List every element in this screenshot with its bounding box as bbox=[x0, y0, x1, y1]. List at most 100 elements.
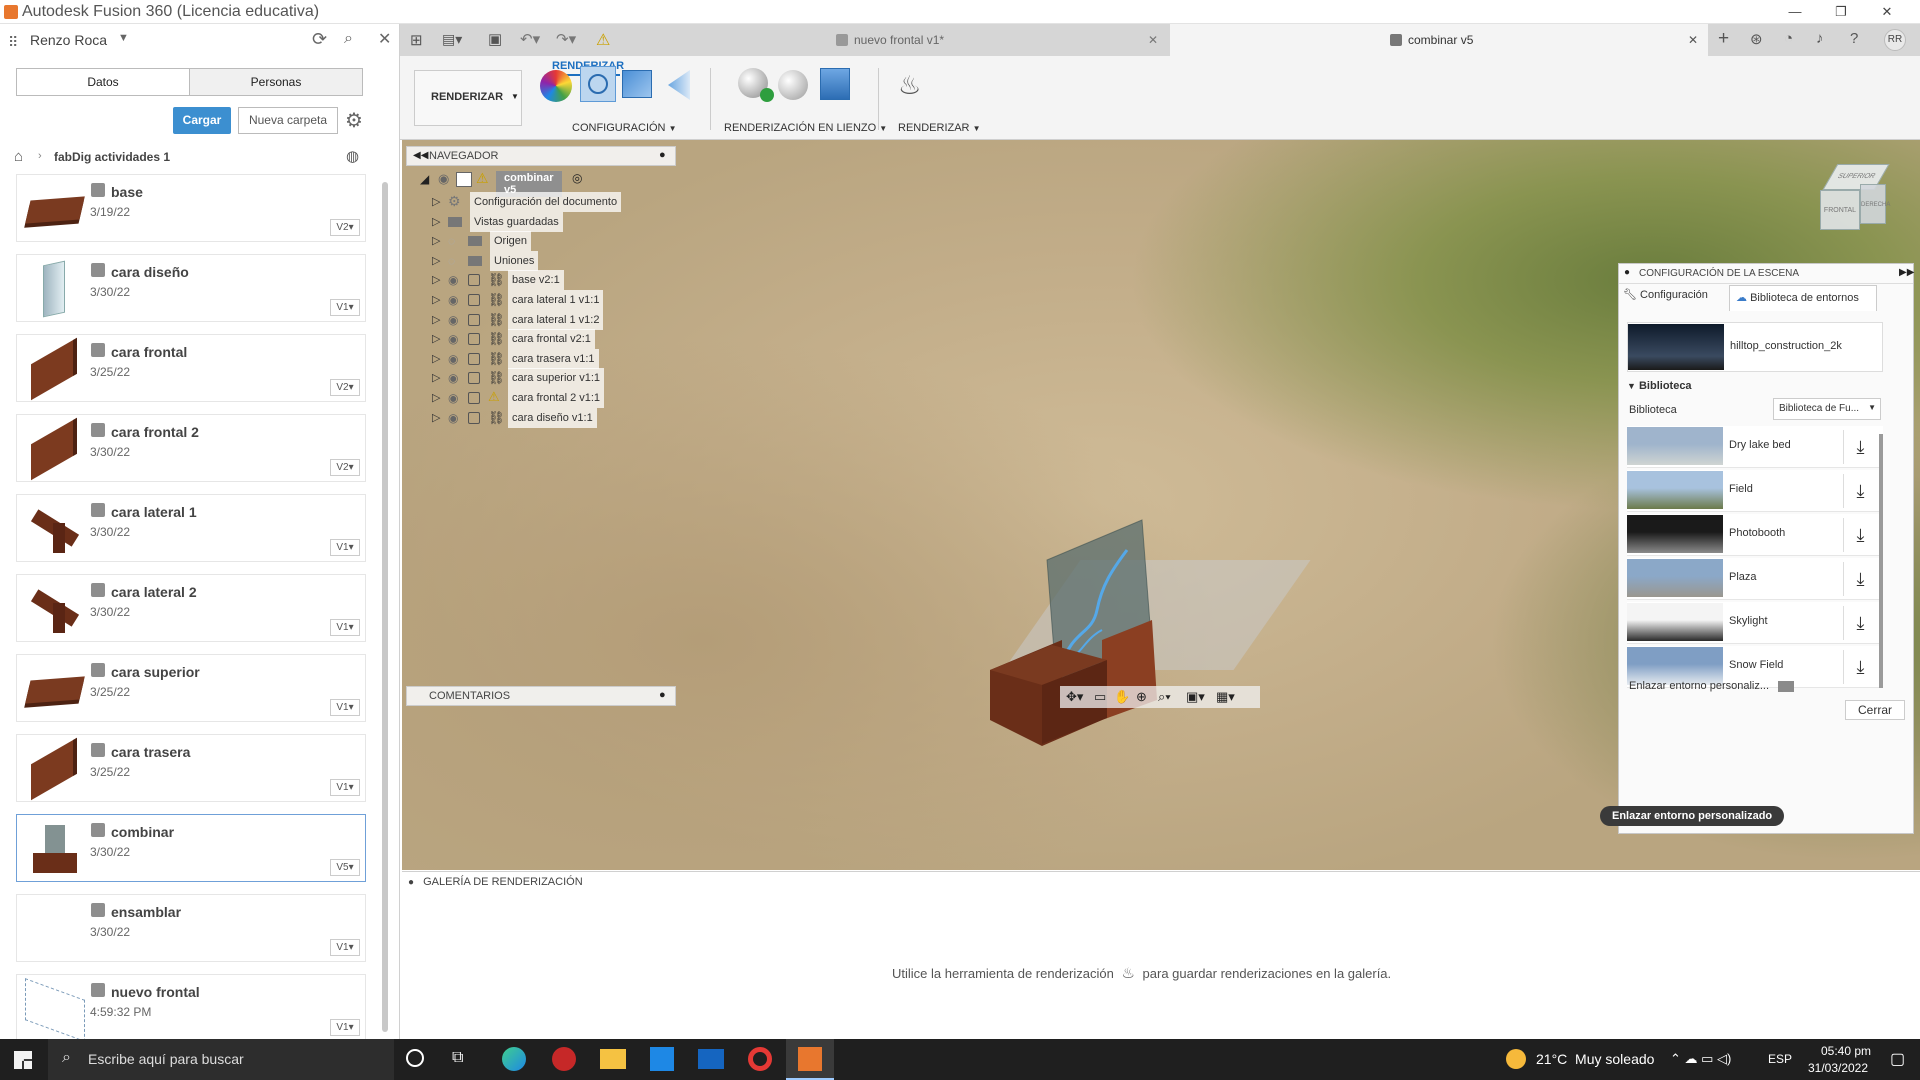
mail-icon[interactable] bbox=[698, 1049, 724, 1069]
navigator-header[interactable]: ◀◀ NAVEGADOR ● bbox=[406, 146, 676, 166]
new-tab-icon[interactable]: + bbox=[1718, 28, 1729, 50]
expand-triangle-icon[interactable]: ▷ bbox=[432, 368, 440, 388]
activate-radio-icon[interactable]: ◎ bbox=[572, 171, 582, 185]
download-icon[interactable]: ⤓ bbox=[1843, 650, 1877, 684]
tab-environment-library[interactable]: ☁ Biblioteca de entornos bbox=[1729, 285, 1877, 311]
file-card[interactable]: combinar 3/30/22 V5▾ bbox=[16, 814, 366, 882]
language-indicator[interactable]: ESP bbox=[1768, 1052, 1792, 1066]
orbit-icon[interactable]: ✥▾ bbox=[1066, 689, 1083, 705]
globe-icon[interactable]: ◍ bbox=[346, 147, 359, 165]
canvas-group-label[interactable]: RENDERIZACIÓN EN LIENZO ▼ bbox=[724, 122, 887, 134]
environment-item[interactable]: Photobooth ⤓ bbox=[1627, 514, 1883, 556]
expand-triangle-icon[interactable]: ▷ bbox=[432, 231, 440, 251]
extensions-icon[interactable]: ⊛ bbox=[1750, 30, 1763, 48]
weather-text[interactable]: 21°C Muy soleado bbox=[1536, 1051, 1654, 1067]
render-group-label[interactable]: RENDERIZAR ▼ bbox=[898, 122, 981, 134]
appearance-icon[interactable] bbox=[540, 70, 572, 102]
grid-icon[interactable]: ⠿ bbox=[8, 34, 18, 51]
app-red-icon[interactable] bbox=[552, 1047, 576, 1071]
hidden-eye-icon[interactable]: ◌ bbox=[448, 231, 455, 251]
close-panel-icon[interactable]: ✕ bbox=[378, 29, 391, 49]
version-dropdown[interactable]: V2▾ bbox=[330, 219, 360, 236]
store-icon[interactable] bbox=[650, 1047, 674, 1071]
tray-icons[interactable]: ⌃ ☁ ▭ ◁) bbox=[1670, 1051, 1731, 1067]
viewcube-front[interactable]: FRONTAL bbox=[1820, 190, 1860, 230]
file-card[interactable]: base 3/19/22 V2▾ bbox=[16, 174, 366, 242]
version-dropdown[interactable]: V1▾ bbox=[330, 779, 360, 796]
minimize-button[interactable]: — bbox=[1772, 0, 1818, 24]
navigator-row[interactable]: ▷ ◉ ⛓ cara frontal v2:1 bbox=[432, 329, 632, 350]
expand-triangle-icon[interactable]: ▷ bbox=[432, 329, 440, 349]
expand-triangle-icon[interactable]: ▷ bbox=[432, 212, 440, 232]
tab-personas[interactable]: Personas bbox=[189, 68, 363, 96]
expand-triangle-icon[interactable]: ▷ bbox=[432, 270, 440, 290]
new-folder-button[interactable]: Nueva carpeta bbox=[238, 107, 338, 134]
home-icon[interactable]: ⌂ bbox=[14, 148, 23, 165]
apps-grid-icon[interactable]: ⊞ bbox=[410, 31, 423, 49]
file-card[interactable]: cara frontal 3/25/22 V2▾ bbox=[16, 334, 366, 402]
edge-icon[interactable] bbox=[502, 1047, 526, 1071]
version-dropdown[interactable]: V1▾ bbox=[330, 539, 360, 556]
warning-icon[interactable]: ⚠ bbox=[596, 30, 610, 50]
expand-triangle-icon[interactable]: ▷ bbox=[432, 310, 440, 330]
environment-list-scrollbar[interactable] bbox=[1879, 434, 1883, 688]
notification-center-icon[interactable]: ▢ bbox=[1890, 1049, 1905, 1069]
version-dropdown[interactable]: V2▾ bbox=[330, 379, 360, 396]
version-dropdown[interactable]: V1▾ bbox=[330, 299, 360, 316]
version-dropdown[interactable]: V1▾ bbox=[330, 1019, 360, 1036]
close-window-button[interactable]: ✕ bbox=[1864, 0, 1910, 24]
look-at-icon[interactable]: ▭ bbox=[1094, 689, 1106, 705]
upload-button[interactable]: Cargar bbox=[173, 107, 231, 134]
pin-icon[interactable]: ● bbox=[659, 149, 666, 161]
viewcube-right[interactable]: DERECHA bbox=[1860, 184, 1890, 224]
link-env-row[interactable]: Enlazar entorno personaliz... bbox=[1629, 680, 1795, 692]
avatar[interactable]: RR bbox=[1884, 29, 1906, 51]
tab-scene-config[interactable]: 🔧︎ Configuración bbox=[1623, 288, 1729, 310]
version-dropdown[interactable]: V1▾ bbox=[330, 939, 360, 956]
expand-triangle-icon[interactable]: ▷ bbox=[432, 388, 440, 408]
start-windows-icon[interactable] bbox=[14, 1051, 32, 1069]
file-list-scrollbar[interactable] bbox=[382, 182, 388, 1032]
file-menu-icon[interactable]: ▤▾ bbox=[442, 31, 462, 48]
cortana-icon[interactable] bbox=[406, 1049, 424, 1067]
pan-icon[interactable]: ✋ bbox=[1114, 689, 1130, 705]
refresh-icon[interactable]: ⟳ bbox=[312, 29, 327, 50]
workspace-dropdown[interactable]: RENDERIZAR ▼ bbox=[414, 70, 522, 126]
environment-item[interactable]: Skylight ⤓ bbox=[1627, 602, 1883, 644]
close-tab-icon[interactable]: ✕ bbox=[1688, 24, 1698, 56]
navigator-row[interactable]: ▷ ◉ ⛓ cara trasera v1:1 bbox=[432, 348, 632, 369]
download-icon[interactable]: ⤓ bbox=[1843, 562, 1877, 596]
maximize-button[interactable]: ❐ bbox=[1818, 0, 1864, 24]
visibility-eye-icon[interactable]: ◉ bbox=[438, 171, 449, 187]
visibility-eye-icon[interactable]: ◉ bbox=[448, 270, 458, 290]
download-icon[interactable]: ⤓ bbox=[1843, 518, 1877, 552]
user-name[interactable]: Renzo Roca bbox=[30, 32, 107, 48]
capture-image-icon[interactable] bbox=[820, 68, 850, 100]
tab-nuevo-frontal[interactable]: nuevo frontal v1* ✕ bbox=[628, 24, 1168, 56]
expand-triangle-icon[interactable]: ▷ bbox=[432, 290, 440, 310]
file-card[interactable]: cara lateral 1 3/30/22 V1▾ bbox=[16, 494, 366, 562]
navigator-row[interactable]: ▷ ◉ ⛓ base v2:1 bbox=[432, 270, 632, 291]
clock-time[interactable]: 05:40 pm bbox=[1816, 1044, 1876, 1058]
file-card[interactable]: ensamblar 3/30/22 V1▾ bbox=[16, 894, 366, 962]
library-section-header[interactable]: ▼ Biblioteca bbox=[1627, 380, 1692, 392]
taskbar-search[interactable]: ⌕ Escribe aquí para buscar bbox=[48, 1039, 394, 1080]
gallery-header[interactable]: ● GALERÍA DE RENDERIZACIÓN bbox=[408, 876, 583, 888]
current-environment[interactable]: hilltop_construction_2k bbox=[1627, 322, 1883, 372]
scene-settings-icon[interactable] bbox=[580, 66, 616, 102]
navigator-row[interactable]: ▷ ◉ ⛓ cara lateral 1 v1:2 bbox=[432, 309, 632, 330]
visibility-eye-icon[interactable]: ◉ bbox=[448, 329, 458, 349]
navigator-row[interactable]: ▷ Vistas guardadas bbox=[432, 211, 632, 232]
viewcube[interactable]: SUPERIOR FRONTAL DERECHA bbox=[1820, 164, 1890, 234]
navigator-row[interactable]: ▷ ◌ Origen bbox=[432, 231, 632, 252]
version-dropdown[interactable]: V1▾ bbox=[330, 699, 360, 716]
notifications-icon[interactable]: ♪ bbox=[1816, 30, 1824, 47]
file-card[interactable]: cara diseño 3/30/22 V1▾ bbox=[16, 254, 366, 322]
settings-gear-icon[interactable]: ⚙ bbox=[345, 108, 363, 133]
visibility-eye-icon[interactable]: ◉ bbox=[448, 290, 458, 310]
close-tab-icon[interactable]: ✕ bbox=[1148, 24, 1158, 56]
navigator-row[interactable]: ▷ ◉ ⛓ cara superior v1:1 bbox=[432, 368, 632, 389]
clock-date[interactable]: 31/03/2022 bbox=[1800, 1061, 1876, 1075]
render-settings-icon[interactable] bbox=[778, 70, 808, 100]
task-view-icon[interactable]: ⧉ bbox=[452, 1049, 463, 1067]
